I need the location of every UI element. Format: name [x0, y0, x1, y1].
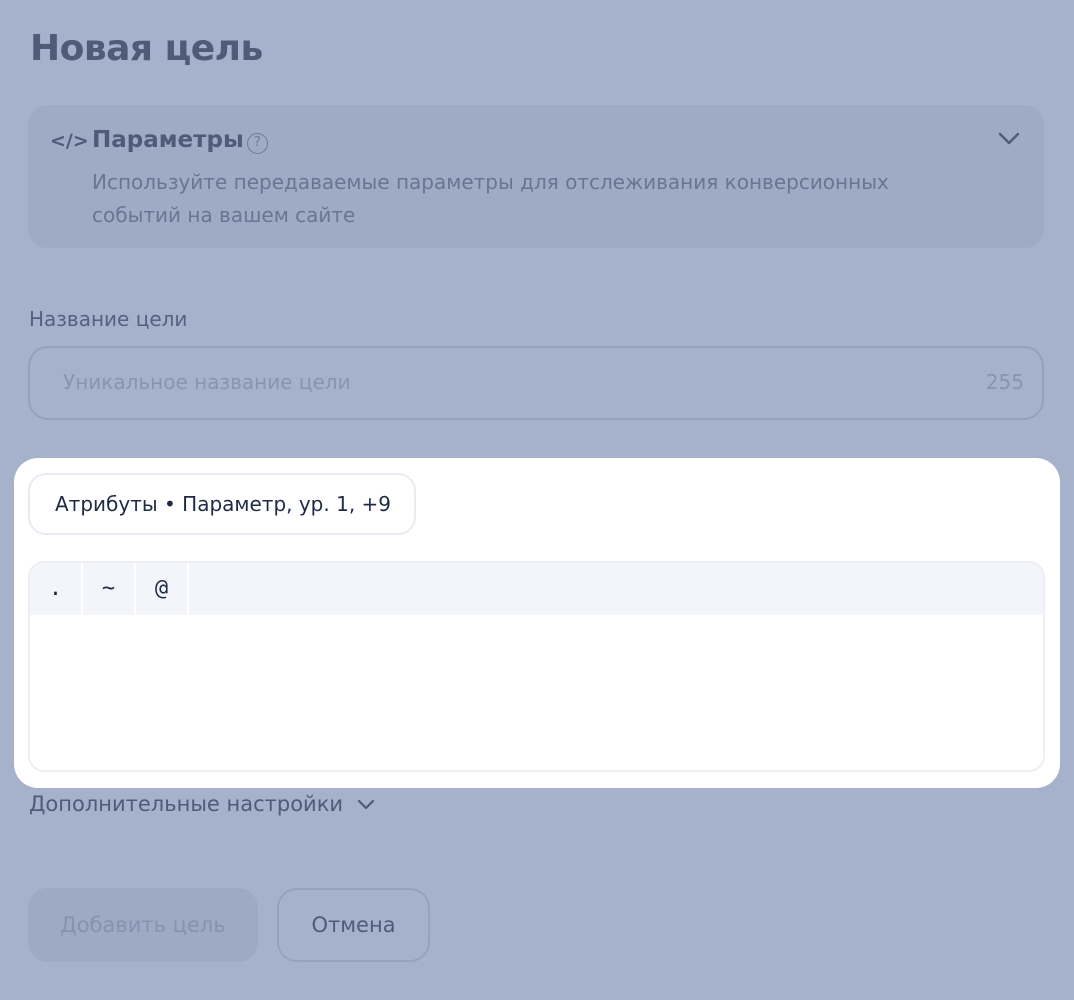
add-goal-button[interactable]: Добавить цель [28, 888, 258, 962]
at-symbol-button[interactable]: @ [136, 563, 189, 615]
editor-toolbar: . ~ @ [30, 563, 1043, 615]
goal-type-title: Параметры [92, 127, 244, 153]
code-icon: </> [50, 130, 89, 152]
help-icon[interactable]: ? [247, 133, 268, 154]
chevron-down-icon [357, 799, 375, 809]
goal-type-card[interactable]: </> Параметры ? Используйте передаваемые… [28, 105, 1044, 248]
advanced-settings-toggle[interactable]: Дополнительные настройки [29, 792, 375, 816]
parameter-editor-panel: Атрибуты • Параметр, ур. 1, +9 . ~ @ [14, 458, 1060, 788]
goal-type-description: Используйте передаваемые параметры для о… [92, 170, 889, 227]
chevron-down-icon[interactable] [998, 131, 1020, 150]
advanced-settings-label: Дополнительные настройки [29, 792, 344, 816]
character-counter: 255 [985, 370, 1024, 394]
cancel-button[interactable]: Отмена [277, 888, 430, 962]
goal-name-label: Название цели [29, 307, 188, 331]
attributes-chip[interactable]: Атрибуты • Параметр, ур. 1, +9 [28, 473, 416, 535]
parameter-editor[interactable]: . ~ @ [28, 561, 1045, 772]
dot-symbol-button[interactable]: . [30, 563, 83, 615]
tilde-symbol-button[interactable]: ~ [83, 563, 136, 615]
goal-name-input[interactable]: Уникальное название цели 255 [28, 346, 1044, 420]
goal-name-placeholder: Уникальное название цели [63, 370, 351, 394]
page-title: Новая цель [30, 28, 263, 69]
